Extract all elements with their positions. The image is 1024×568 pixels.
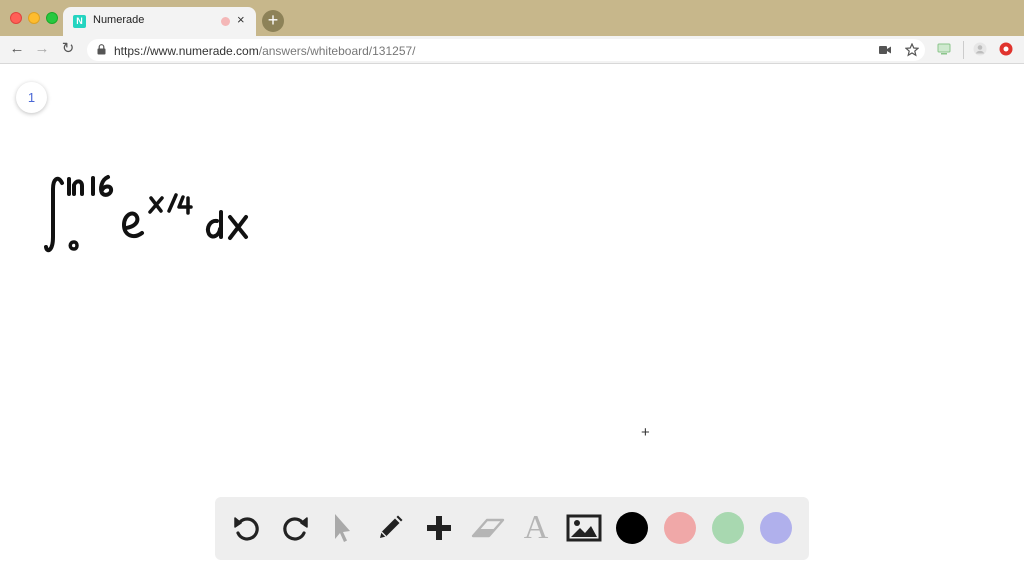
pen-tool-button[interactable]	[371, 509, 409, 547]
lock-icon	[97, 44, 106, 55]
browser-window: N Numerade × + ← → ↻ https://www.numerad…	[0, 0, 1024, 568]
star-icon[interactable]	[905, 43, 919, 57]
browser-tab[interactable]: N Numerade ×	[63, 7, 256, 36]
color-swatch-pink[interactable]	[664, 512, 696, 544]
extension-icon[interactable]	[999, 42, 1013, 56]
color-swatch-black[interactable]	[616, 512, 648, 544]
crosshair-cursor: +	[641, 424, 650, 441]
add-icon	[427, 516, 451, 540]
differential-d	[206, 210, 223, 239]
profile-icon[interactable]	[973, 42, 987, 56]
close-window-button[interactable]	[10, 12, 22, 24]
minimize-window-button[interactable]	[28, 12, 40, 24]
eraser-tool-button[interactable]	[469, 509, 507, 547]
new-tab-button[interactable]: +	[262, 10, 284, 32]
url-text: https://www.numerade.com/answers/whitebo…	[114, 44, 416, 58]
differential-x	[228, 215, 248, 240]
whiteboard-canvas[interactable]: 1 + A	[0, 65, 1024, 568]
redo-button[interactable]	[276, 509, 314, 547]
exponent-x	[148, 196, 164, 214]
tab-title: Numerade	[93, 14, 145, 26]
reload-button[interactable]: ↻	[58, 39, 78, 59]
insert-image-button[interactable]	[565, 509, 603, 547]
url-path: /answers/whiteboard/131257/	[258, 44, 416, 58]
page-number-badge[interactable]: 1	[16, 82, 47, 113]
color-swatch-green[interactable]	[712, 512, 744, 544]
text-tool-button[interactable]: A	[517, 509, 555, 547]
drawing-toolbar: A	[215, 497, 809, 560]
maximize-window-button[interactable]	[46, 12, 58, 24]
url-host: https://www.numerade.com	[114, 44, 259, 58]
recording-indicator-icon	[221, 17, 230, 26]
forward-button[interactable]: →	[32, 39, 52, 59]
handwritten-integral-expression	[44, 175, 248, 253]
back-button[interactable]: ←	[7, 39, 27, 59]
exponent-slash	[167, 193, 178, 213]
undo-icon	[234, 517, 259, 541]
screen-cast-icon[interactable]	[937, 42, 951, 56]
select-tool-button[interactable]	[322, 509, 360, 547]
video-camera-icon[interactable]	[879, 45, 891, 55]
text-tool-icon: A	[523, 509, 549, 546]
numerade-favicon-icon: N	[73, 15, 86, 28]
color-swatch-lavender[interactable]	[760, 512, 792, 544]
tab-bar: N Numerade × +	[0, 0, 1024, 36]
eraser-icon	[471, 518, 505, 538]
integral-sign	[44, 176, 64, 253]
redo-icon	[283, 517, 308, 541]
address-bar[interactable]: https://www.numerade.com/answers/whitebo…	[87, 39, 925, 61]
toolbar-divider	[963, 41, 964, 59]
select-pointer-icon	[335, 514, 350, 542]
tab-close-icon[interactable]: ×	[237, 12, 245, 27]
image-icon	[566, 514, 602, 542]
exponent-4	[177, 195, 193, 215]
browser-toolbar: ← → ↻ https://www.numerade.com/answers/w…	[0, 36, 1024, 64]
undo-button[interactable]	[228, 509, 266, 547]
add-shape-button[interactable]	[420, 509, 458, 547]
lower-limit-0	[68, 240, 79, 251]
pencil-icon	[380, 515, 403, 538]
base-e	[122, 211, 144, 239]
upper-limit-n	[72, 179, 84, 196]
upper-limit-6	[99, 175, 114, 197]
